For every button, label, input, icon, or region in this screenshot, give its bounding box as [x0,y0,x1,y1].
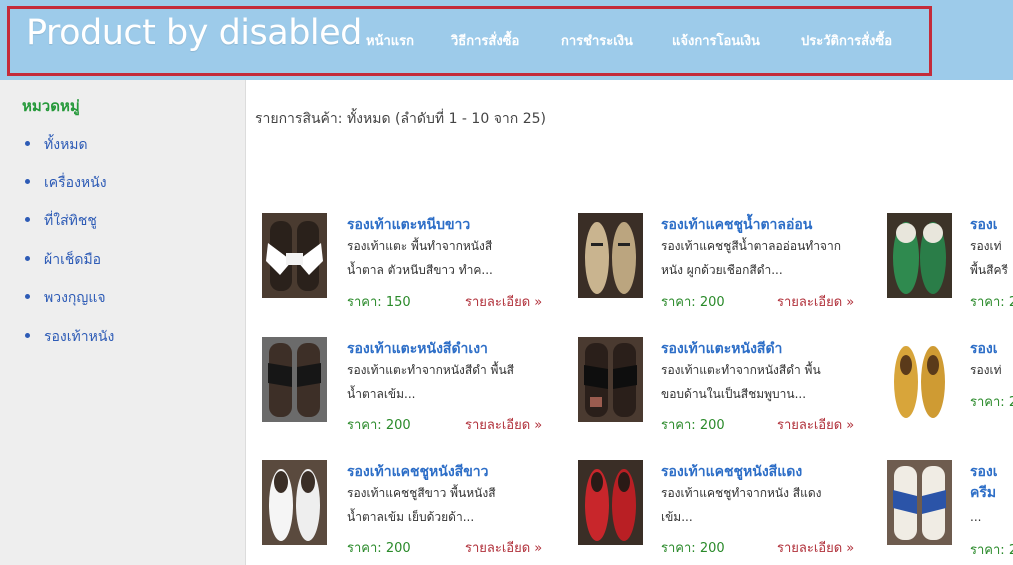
product-details-link[interactable]: รายละเอียด » [777,291,854,312]
product-description: ครีม... [970,481,1013,529]
product-price: ราคา: 2 [970,391,1013,412]
price-value: 200 [699,295,725,310]
product-details-link[interactable]: รายละเอียด » [465,537,542,558]
product-details-link[interactable]: รายละเอียด » [465,291,542,312]
product-name[interactable]: รองเ [970,214,998,236]
price-label: ราคา: [970,395,1005,410]
price-value: 200 [385,541,411,556]
desc-line: รองเท้าแคชชูสีขาว พื้นหนังสี [347,486,496,500]
product-price: ราคา: 200 [661,537,725,558]
price-label: ราคา: [347,418,382,433]
product-image-white-sandal[interactable] [262,213,327,298]
product-price: ราคา: 200 [661,291,725,312]
product-name[interactable]: รองเท้าแคชชูหนังสีขาว [347,461,489,483]
product-price: ราคา: 150 [347,291,411,312]
product-image-blue-sandal[interactable] [887,460,952,545]
price-label: ราคา: [661,295,696,310]
product-details-link[interactable]: รายละเอียด » [777,537,854,558]
product-details-link[interactable]: รายละเอียด » [777,414,854,435]
product-image-red-shoe[interactable] [578,460,643,545]
desc-line: รองเท้าแตะ พื้นทำจากหนังสี [347,239,493,253]
price-label: ราคา: [970,295,1005,310]
product-price: ราคา: 200 [347,414,411,435]
product-image-yellow-shoe[interactable] [887,337,952,422]
desc-line: หนัง ผูกด้วยเชือกสีดำ... [661,263,783,277]
product-name[interactable]: รองเท้าแคชชูน้ำตาลอ่อน [661,214,812,236]
product-name[interactable]: รองเ [970,461,998,483]
product-price: ราคา: 200 [347,537,411,558]
price-value: 200 [385,418,411,433]
desc-line: รองเท้าแคชชูทำจากหนัง สีแดง [661,486,822,500]
desc-line: ครีม [970,485,997,501]
desc-line: รองเท่ [970,239,1002,253]
product-grid: รองเท้าแตะหนีบขาว รองเท้าแตะ พื้นทำจากหน… [0,0,1013,565]
desc-line: น้ำตาลเข้ม... [347,387,416,401]
product-description: รองเท้าแตะทำจากหนังสีดำ พื้นขอบด้านในเป็… [661,358,861,406]
desc-line: รองเท้าแตะทำจากหนังสีดำ พื้นสี [347,363,514,377]
product-name[interactable]: รองเท้าแตะหนังสีดำเงา [347,338,488,360]
product-price: ราคา: 2 [970,291,1013,312]
product-name[interactable]: รองเท้าแคชชูหนังสีแดง [661,461,802,483]
product-name[interactable]: รองเท้าแตะหนีบขาว [347,214,470,236]
price-value: 150 [385,295,411,310]
product-description: รองเท้าแคชชูสีน้ำตาลออ่อนทำจากหนัง ผูกด้… [661,234,861,282]
product-description: รองเท้าแตะทำจากหนังสีดำ พื้นสีน้ำตาลเข้ม… [347,358,547,406]
product-price: ราคา: 2 [970,539,1013,560]
product-image-white-shoe[interactable] [262,460,327,545]
price-value: 2 [1008,395,1013,410]
product-image-green-shoe[interactable] [887,213,952,298]
price-label: ราคา: [661,541,696,556]
product-name[interactable]: รองเท้าแตะหนังสีดำ [661,338,782,360]
desc-line: น้ำตาลเข้ม เย็บด้วยด้า... [347,510,475,524]
price-label: ราคา: [347,541,382,556]
price-label: ราคา: [970,543,1005,558]
price-value: 2 [1008,295,1013,310]
price-value: 2 [1008,543,1013,558]
price-value: 200 [699,418,725,433]
desc-line: ... [970,510,982,524]
product-details-link[interactable]: รายละเอียด » [465,414,542,435]
desc-line: รองเท่ [970,363,1002,377]
price-label: ราคา: [347,295,382,310]
product-price: ราคา: 200 [661,414,725,435]
product-image-black-sandal[interactable] [578,337,643,422]
product-description: รองเท่ [970,358,1013,382]
product-description: รองเท่พื้นสีครี [970,234,1013,282]
desc-line: พื้นสีครี [970,263,1008,277]
price-label: ราคา: [661,418,696,433]
product-description: รองเท้าแคชชูสีขาว พื้นหนังสีน้ำตาลเข้ม เ… [347,481,547,529]
desc-line: ขอบด้านในเป็นสีชมพูบาน... [661,387,807,401]
desc-line: น้ำตาล ตัวหนีบสีขาว ทำค... [347,263,493,277]
price-value: 200 [699,541,725,556]
product-image-tan-shoe[interactable] [578,213,643,298]
desc-line: รองเท้าแคชชูสีน้ำตาลออ่อนทำจาก [661,239,841,253]
product-name[interactable]: รองเ [970,338,998,360]
desc-line: เข้ม... [661,510,693,524]
product-image-black-glossy-sandal[interactable] [262,337,327,422]
desc-line: รองเท้าแตะทำจากหนังสีดำ พื้น [661,363,821,377]
product-description: รองเท้าแตะ พื้นทำจากหนังสีน้ำตาล ตัวหนีบ… [347,234,547,282]
product-description: รองเท้าแคชชูทำจากหนัง สีแดงเข้ม... [661,481,861,529]
